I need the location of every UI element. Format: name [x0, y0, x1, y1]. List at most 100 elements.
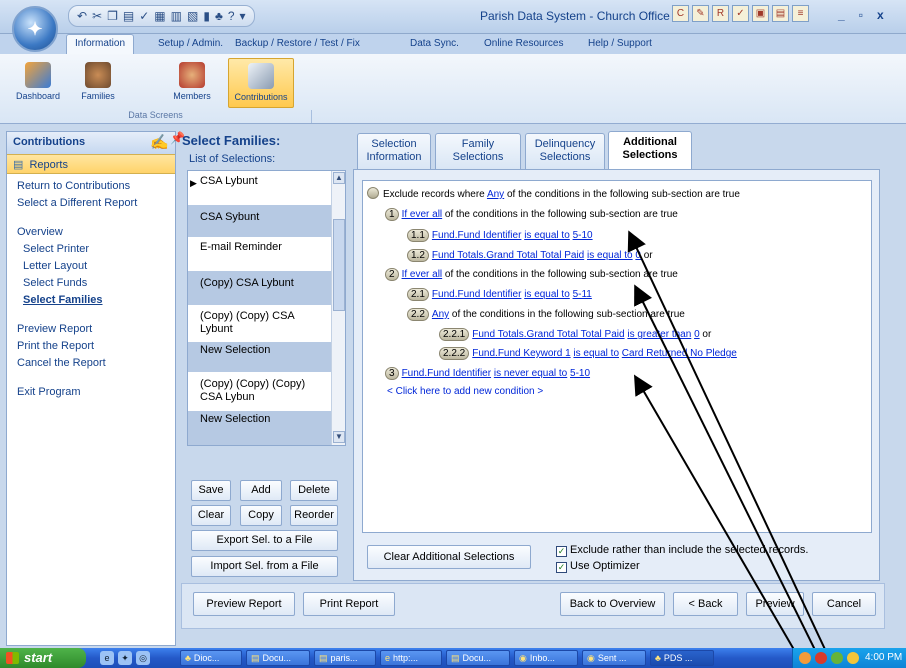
nav-letter-layout[interactable]: Letter Layout: [7, 258, 175, 275]
condition-field-link[interactable]: Fund.Fund Keyword 1: [472, 348, 570, 359]
tray-icon[interactable]: [799, 652, 811, 664]
chart-icon[interactable]: ▧: [187, 9, 198, 23]
nav-return-to-contributions[interactable]: Return to Contributions: [7, 178, 175, 195]
maximize-button[interactable]: ▫: [859, 8, 863, 22]
ribbon-tab-help[interactable]: Help / Support: [588, 38, 652, 49]
contributions-button[interactable]: Contributions: [228, 58, 294, 108]
quicklaunch-icon[interactable]: ✦: [118, 651, 132, 665]
app-r-icon[interactable]: R: [712, 5, 729, 22]
paste-icon[interactable]: ▤: [123, 9, 134, 23]
ribbon-tab-information[interactable]: Information: [66, 34, 135, 54]
preview-button[interactable]: Preview: [746, 592, 804, 616]
back-button[interactable]: < Back: [673, 592, 738, 616]
list-item[interactable]: New Selection: [188, 342, 331, 372]
scroll-down-icon[interactable]: ▼: [333, 431, 345, 443]
nav-section-reports[interactable]: ▤ Reports: [7, 154, 175, 174]
condition-compare-link[interactable]: is never equal to: [494, 368, 567, 379]
book-icon[interactable]: ▮: [203, 9, 210, 23]
condition-number-badge[interactable]: 1.2: [407, 249, 429, 262]
nav-select-families[interactable]: Select Families: [7, 292, 175, 309]
condition-value-link[interactable]: Card Returned No Pledge: [622, 348, 737, 359]
save-button[interactable]: Save: [191, 480, 231, 501]
root-operator-link[interactable]: Any: [487, 189, 504, 200]
copy-icon[interactable]: ❐: [107, 9, 118, 23]
reorder-button[interactable]: Reorder: [290, 505, 338, 526]
condition-2-2-operator-link[interactable]: Any: [432, 309, 449, 320]
import-selection-button[interactable]: Import Sel. from a File: [191, 556, 338, 577]
close-button[interactable]: x: [877, 8, 884, 22]
grid-icon[interactable]: ▦: [154, 9, 165, 23]
list-item[interactable]: New Selection: [188, 411, 331, 445]
app-check-icon[interactable]: ✓: [732, 5, 749, 22]
list-item[interactable]: CSA Sybunt: [188, 205, 331, 237]
condition-field-link[interactable]: Fund.Fund Identifier: [432, 230, 522, 241]
export-selection-button[interactable]: Export Sel. to a File: [191, 530, 338, 551]
back-to-overview-button[interactable]: Back to Overview: [560, 592, 665, 616]
condition-1-operator-link[interactable]: If ever all: [402, 209, 443, 220]
list-item[interactable]: CSA Lybunt: [188, 173, 331, 199]
dashboard-button[interactable]: Dashboard: [10, 58, 66, 108]
taskbar-item[interactable]: ◉ Sent ...: [582, 650, 646, 666]
list-item[interactable]: E-mail Reminder: [188, 239, 331, 269]
condition-value-link[interactable]: 0: [694, 329, 700, 340]
list-scrollbar[interactable]: ▲ ▼: [331, 171, 345, 445]
application-orb-icon[interactable]: ✦: [12, 6, 58, 52]
ie-quicklaunch-icon[interactable]: e: [100, 651, 114, 665]
scroll-thumb[interactable]: [333, 219, 345, 311]
app-doc-icon[interactable]: ▣: [752, 5, 769, 22]
condition-field-link[interactable]: Fund.Fund Identifier: [402, 368, 492, 379]
condition-2-operator-link[interactable]: If ever all: [402, 269, 443, 280]
tab-family-selections[interactable]: Family Selections: [435, 133, 521, 169]
condition-field-link[interactable]: Fund.Fund Identifier: [432, 289, 522, 300]
condition-compare-link[interactable]: is equal to: [524, 230, 570, 241]
condition-number-badge[interactable]: 1: [385, 208, 399, 221]
nav-exit-program[interactable]: Exit Program: [7, 384, 175, 401]
group-icon[interactable]: ♣: [215, 9, 223, 23]
add-condition-link[interactable]: < Click here to add new condition >: [387, 386, 543, 397]
spell-icon[interactable]: ✓: [139, 9, 149, 23]
list-item[interactable]: (Copy) CSA Lybunt: [188, 271, 331, 305]
app-pen-icon[interactable]: ✎: [692, 5, 709, 22]
start-button[interactable]: start: [0, 648, 86, 668]
taskbar-item[interactable]: ▤ paris...: [314, 650, 376, 666]
condition-compare-link[interactable]: is equal to: [524, 289, 570, 300]
ribbon-tab-backup[interactable]: Backup / Restore / Test / Fix: [235, 38, 360, 49]
condition-number-badge[interactable]: 2.2: [407, 308, 429, 321]
list-item[interactable]: (Copy) (Copy) CSA Lybunt: [188, 308, 331, 342]
app-menu-icon[interactable]: ≡: [792, 5, 809, 22]
condition-value-link[interactable]: 5-10: [573, 230, 593, 241]
add-button[interactable]: Add: [240, 480, 282, 501]
condition-compare-link[interactable]: is equal to: [573, 348, 619, 359]
print-report-button[interactable]: Print Report: [303, 592, 395, 616]
condition-number-badge[interactable]: 2.1: [407, 288, 429, 301]
condition-compare-link[interactable]: is equal to: [587, 250, 633, 261]
condition-compare-link[interactable]: is greater than: [627, 329, 691, 340]
preview-report-button[interactable]: Preview Report: [193, 592, 295, 616]
tray-icon[interactable]: [831, 652, 843, 664]
delete-button[interactable]: Delete: [290, 480, 338, 501]
table-icon[interactable]: ▥: [171, 9, 182, 23]
copy-button[interactable]: Copy: [240, 505, 282, 526]
condition-value-link[interactable]: 5-10: [570, 368, 590, 379]
optimizer-checkbox[interactable]: ✓: [556, 562, 567, 573]
condition-number-badge[interactable]: 2.2.1: [439, 328, 470, 341]
tray-icon[interactable]: [815, 652, 827, 664]
quicklaunch-icon[interactable]: ◎: [136, 651, 150, 665]
nav-cancel-report[interactable]: Cancel the Report: [7, 355, 175, 372]
condition-number-badge[interactable]: 1.1: [407, 229, 429, 242]
taskbar-item[interactable]: ♣ Dioc...: [180, 650, 242, 666]
help-icon[interactable]: ?: [228, 9, 235, 23]
nav-select-different-report[interactable]: Select a Different Report: [7, 195, 175, 212]
nav-select-funds[interactable]: Select Funds: [7, 275, 175, 292]
tab-additional-selections[interactable]: Additional Selections: [608, 131, 692, 169]
condition-field-link[interactable]: Fund Totals.Grand Total Total Paid: [472, 329, 624, 340]
list-item[interactable]: (Copy) (Copy) (Copy) CSA Lybun: [188, 376, 331, 410]
exclude-checkbox-row[interactable]: ✓ Exclude rather than include the selecte…: [556, 544, 808, 557]
nav-overview[interactable]: Overview: [7, 224, 175, 241]
condition-value-link[interactable]: 0: [635, 250, 641, 261]
tab-delinquency-selections[interactable]: Delinquency Selections: [525, 133, 605, 169]
ribbon-tab-setup[interactable]: Setup / Admin.: [158, 38, 223, 49]
taskbar-item[interactable]: e http:...: [380, 650, 442, 666]
condition-number-badge[interactable]: 2: [385, 268, 399, 281]
root-condition-icon[interactable]: [367, 187, 379, 199]
